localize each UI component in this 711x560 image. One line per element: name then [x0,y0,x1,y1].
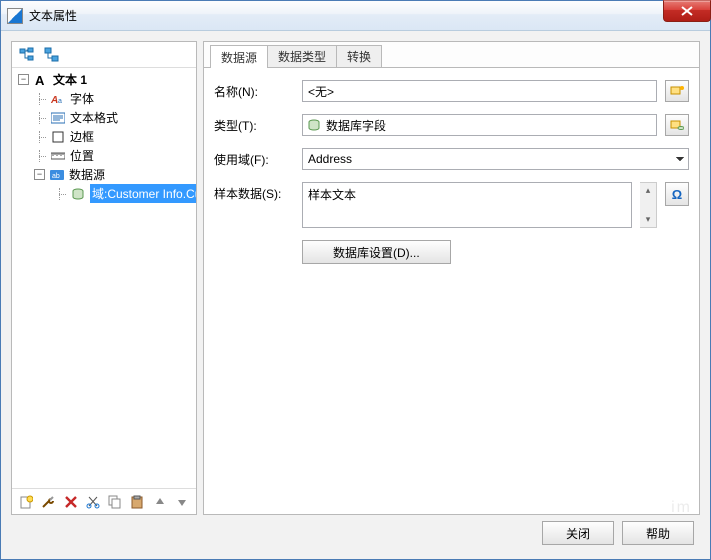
expand-tree-button[interactable] [16,44,38,66]
move-down-button[interactable] [172,491,192,513]
tab-datatype[interactable]: 数据类型 [267,45,337,67]
scroll-down-icon[interactable]: ▾ [640,212,656,227]
svg-text:a: a [58,98,62,105]
window-close-button[interactable] [663,0,711,22]
expand-tree-icon [19,47,35,63]
sample-textarea[interactable]: 样本文本 [302,182,632,228]
row-name: 名称(N): [214,80,689,102]
cut-button[interactable] [83,491,103,513]
datasource-icon: ab [49,168,65,182]
tree-item-text-format[interactable]: 文本格式 [14,108,196,127]
new-button[interactable] [16,491,36,513]
tools-icon [41,495,55,509]
tree-item-label: 数据源 [69,166,105,183]
label-sample: 样本数据(S): [214,182,294,202]
left-toolbar-bottom [12,488,196,514]
name-browse-button[interactable] [665,80,689,102]
tree-line [34,131,46,143]
row-dbsettings: 数据库设置(D)... [214,240,689,264]
label-name: 名称(N): [214,83,294,100]
tree-line [34,112,46,124]
tree-item-label: 域:Customer Info.Cus [90,184,196,203]
collapse-icon[interactable]: − [18,74,29,85]
svg-text:ab: ab [52,173,60,180]
tree-line [34,150,46,162]
right-panel: 数据源 数据类型 转换 名称(N): 类型(T): [203,41,700,515]
type-value: 数据库字段 [326,117,386,134]
omega-icon: Ω [672,187,682,202]
row-field: 使用域(F): Address [214,148,689,170]
label-type: 类型(T): [214,117,294,134]
window-title: 文本属性 [29,7,77,24]
client-area: − A 文本 1 Aa 字体 [1,31,710,559]
name-input[interactable] [302,80,657,102]
left-toolbar-top [12,42,196,68]
close-icon [681,6,693,16]
tree-item-border[interactable]: 边框 [14,127,196,146]
tree-root[interactable]: − A 文本 1 [14,70,196,89]
tree-item-label: 边框 [70,128,94,145]
delete-icon [65,496,77,508]
tab-datasource[interactable]: 数据源 [210,45,268,68]
textarea-scrollbar[interactable]: ▴ ▾ [640,182,657,228]
dialog-window: 文本属性 [0,0,711,560]
scroll-up-icon[interactable]: ▴ [640,183,656,198]
database-icon [308,119,320,131]
tab-transform[interactable]: 转换 [336,45,382,67]
tag-icon [670,84,684,98]
insert-symbol-button[interactable]: Ω [665,182,689,206]
cut-icon [86,495,100,509]
text-a-icon: A [33,73,49,87]
tree-item-datasource[interactable]: − ab 数据源 [14,165,196,184]
row-sample: 样本数据(S): 样本文本 ▴ ▾ Ω [214,182,689,228]
tree-item-field[interactable]: 域:Customer Info.Cus [14,184,196,203]
tools-button[interactable] [38,491,58,513]
property-tree[interactable]: − A 文本 1 Aa 字体 [12,68,196,488]
paste-button[interactable] [127,491,147,513]
tag-db-icon [670,118,684,132]
type-change-button[interactable] [665,114,689,136]
font-small-icon: Aa [50,92,66,106]
tree-item-label: 位置 [70,147,94,164]
add-node-icon [44,47,60,63]
copy-icon [108,495,122,509]
svg-text:A: A [35,73,45,87]
tree-item-label: 字体 [70,90,94,107]
text-format-icon [50,111,66,125]
tree-item-font[interactable]: Aa 字体 [14,89,196,108]
add-node-button[interactable] [41,44,63,66]
help-button[interactable]: 帮助 [622,521,694,545]
app-icon [7,8,23,24]
tree-item-position[interactable]: 位置 [14,146,196,165]
copy-button[interactable] [105,491,125,513]
db-settings-button[interactable]: 数据库设置(D)... [302,240,451,264]
close-button[interactable]: 关闭 [542,521,614,545]
label-field: 使用域(F): [214,151,294,168]
ruler-icon [50,149,66,163]
type-display: 数据库字段 [302,114,657,136]
collapse-icon[interactable]: − [34,169,45,180]
form-area: 名称(N): 类型(T): 数据库字段 [204,68,699,276]
database-icon [70,187,86,201]
main-row: − A 文本 1 Aa 字体 [11,41,700,515]
paste-icon [130,495,144,509]
arrow-up-icon [154,496,166,508]
new-icon [19,495,33,509]
move-up-button[interactable] [150,491,170,513]
field-select[interactable]: Address [302,148,689,170]
border-icon [50,130,66,144]
delete-button[interactable] [61,491,81,513]
dialog-button-bar: 关闭 帮助 [11,515,700,551]
arrow-down-icon [176,496,188,508]
tree-root-label: 文本 1 [53,71,87,88]
titlebar: 文本属性 [1,1,710,31]
row-type: 类型(T): 数据库字段 [214,114,689,136]
tree-item-label: 文本格式 [70,109,118,126]
tree-line [34,93,46,105]
tab-bar: 数据源 数据类型 转换 [204,42,699,68]
tree-line [54,188,66,200]
left-panel: − A 文本 1 Aa 字体 [11,41,197,515]
